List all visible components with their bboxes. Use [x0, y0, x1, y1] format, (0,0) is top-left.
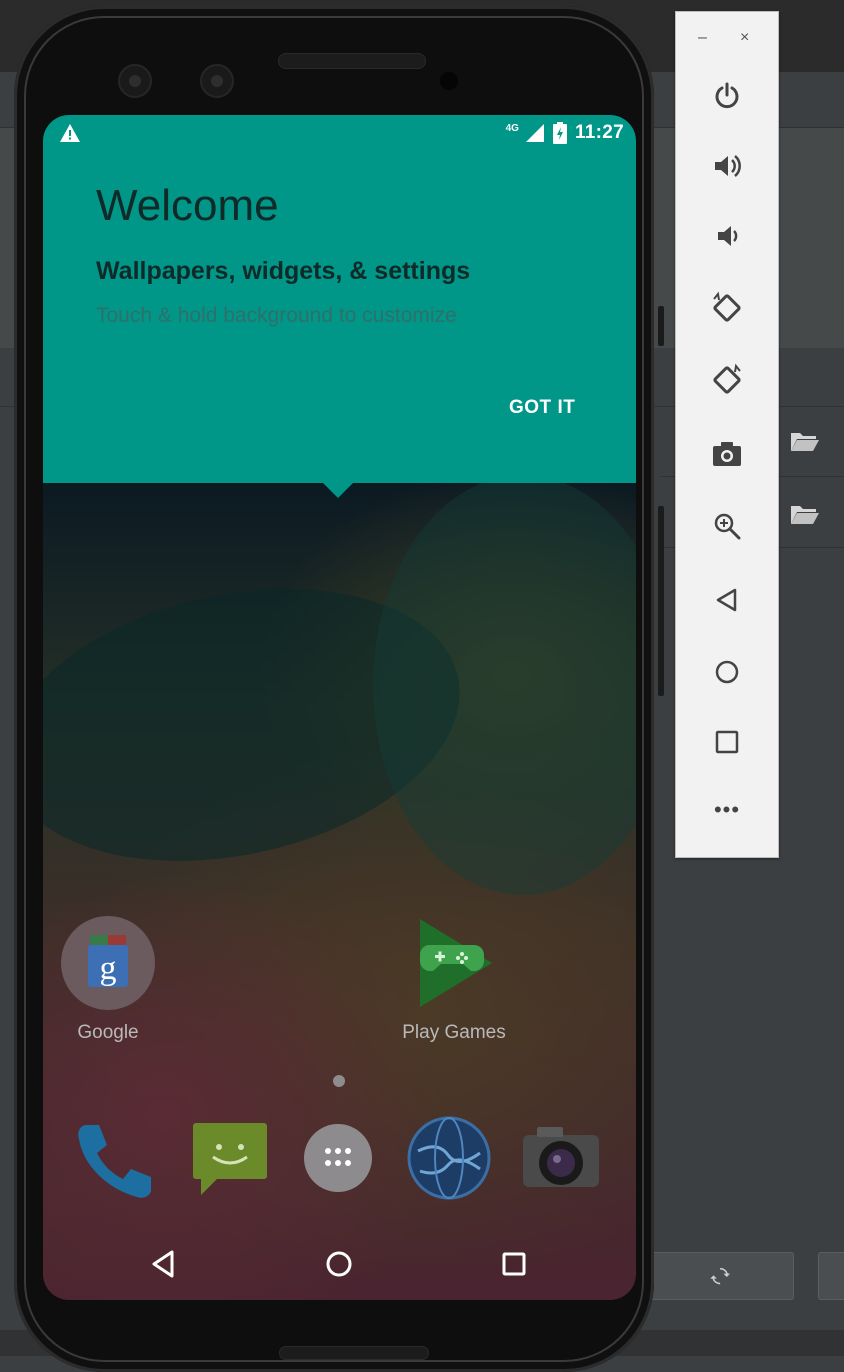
status-clock: 11:27: [574, 122, 624, 143]
front-camera: [118, 64, 152, 98]
battery-charging-icon: [552, 122, 567, 144]
home-button[interactable]: [707, 652, 747, 692]
welcome-card-pointer: [321, 481, 355, 498]
welcome-card: 4G 11:27 Welcome Wallpapers, widgets, & …: [43, 115, 636, 483]
phone-icon[interactable]: [71, 1115, 157, 1201]
app-label: Google: [77, 1022, 139, 1043]
got-it-button[interactable]: GOT IT: [509, 397, 575, 419]
screenshot-button[interactable]: [707, 434, 747, 474]
wallpaper-shape: [373, 475, 636, 895]
home-icon[interactable]: [324, 1249, 354, 1279]
welcome-title: Welcome: [96, 181, 279, 230]
network-type: 4G: [505, 122, 519, 134]
more-icon: •••: [713, 797, 741, 822]
camera-icon[interactable]: [517, 1115, 603, 1201]
rotate-left-icon: [713, 291, 741, 322]
rotate-right-button[interactable]: [707, 360, 747, 400]
ide-button[interactable]: [818, 1252, 844, 1300]
volume-up-button[interactable]: [707, 146, 747, 186]
overview-icon: [715, 730, 739, 754]
refresh-icon: [710, 1267, 731, 1285]
back-button[interactable]: [707, 580, 747, 620]
zoom-icon: [714, 513, 741, 540]
earpiece-speaker: [278, 53, 426, 69]
hardware-button: [658, 306, 664, 346]
recents-icon[interactable]: [499, 1249, 529, 1279]
hardware-button: [658, 506, 664, 696]
google-folder-icon: g: [61, 916, 155, 1010]
rotate-left-button[interactable]: [707, 288, 747, 328]
warning-icon: [60, 124, 80, 142]
zoom-button[interactable]: [707, 506, 747, 546]
signal-icon: [525, 124, 544, 142]
volume-down-button[interactable]: [707, 216, 747, 256]
rotate-right-icon: [713, 363, 741, 394]
proximity-sensor: [440, 72, 458, 90]
back-icon: [716, 588, 737, 612]
device-screen[interactable]: 4G 11:27 Welcome Wallpapers, widgets, & …: [43, 115, 636, 1300]
app-google[interactable]: g Google: [43, 915, 178, 1044]
navigation-bar: [43, 1235, 636, 1295]
status-bar: 4G 11:27: [43, 115, 636, 151]
minimize-button[interactable]: –: [698, 29, 707, 47]
front-sensor: [200, 64, 234, 98]
app-drawer-icon[interactable]: [295, 1115, 381, 1201]
welcome-subtitle: Wallpapers, widgets, & settings: [96, 257, 471, 285]
refresh-button[interactable]: [650, 1252, 794, 1300]
volume-down-icon: [718, 226, 738, 246]
app-label: Play Games: [402, 1022, 506, 1043]
browser-icon[interactable]: [406, 1115, 492, 1201]
emulator-toolbar: – × •••: [675, 11, 779, 858]
screenshot-icon: [713, 442, 741, 466]
svg-text:g: g: [100, 950, 117, 987]
folder-open-icon[interactable]: [790, 430, 820, 452]
power-icon: [715, 82, 739, 109]
volume-up-icon: [715, 155, 741, 177]
home-icon: [715, 660, 739, 684]
overview-button[interactable]: [707, 722, 747, 762]
more-button[interactable]: •••: [707, 794, 747, 834]
messaging-icon[interactable]: [187, 1115, 273, 1201]
play-games-icon: [419, 919, 492, 1007]
bottom-speaker: [279, 1346, 429, 1360]
close-button[interactable]: ×: [740, 29, 749, 47]
page-indicator: [333, 1075, 345, 1087]
app-play-games[interactable]: Play Games: [384, 915, 524, 1044]
folder-open-icon[interactable]: [790, 503, 820, 525]
power-button[interactable]: [707, 76, 747, 116]
back-icon[interactable]: [149, 1249, 179, 1279]
welcome-hint: Touch & hold background to customize: [96, 304, 457, 327]
